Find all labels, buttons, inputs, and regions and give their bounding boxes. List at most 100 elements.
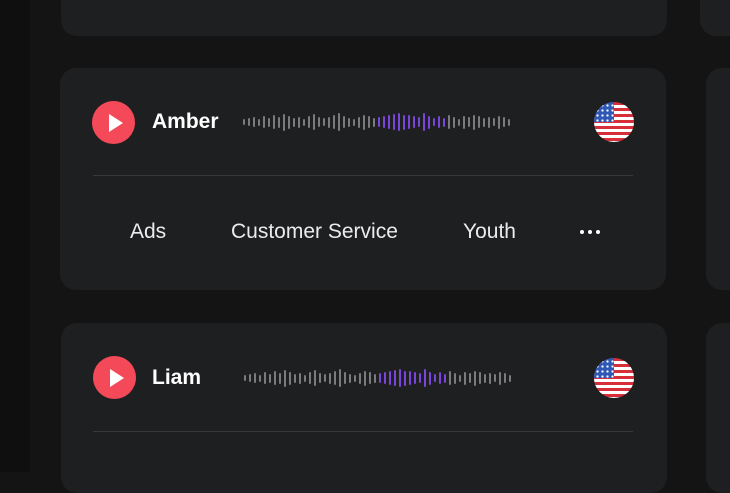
waveform-bar [443,117,445,127]
waveform-bar [243,119,245,125]
waveform-bar [338,113,340,131]
waveform-bar [284,369,286,387]
waveform-bar [258,118,260,126]
card-divider [93,175,633,176]
waveform-bar [378,117,380,127]
waveform-bar [494,374,496,382]
waveform-bar [384,372,386,384]
waveform-bar [379,373,381,383]
waveform-bar [363,114,365,130]
waveform-bar [484,373,486,383]
waveform-bar [249,374,251,382]
waveform-bar [368,116,370,128]
waveform-bar [339,369,341,387]
waveform-bar [313,114,315,130]
waveform-bar [348,117,350,127]
waveform-preview[interactable] [244,366,511,390]
voice-tags: Ads Customer Service Youth [60,216,666,248]
waveform-bar [468,117,470,127]
waveform-bar [349,373,351,383]
waveform-bar [408,115,410,129]
waveform-bar [504,373,506,383]
play-icon[interactable] [92,101,135,144]
waveform-bar [283,113,285,131]
waveform-bar [478,116,480,128]
waveform-bar [489,372,491,384]
waveform-bar [293,117,295,127]
waveform-bar [373,117,375,127]
play-icon[interactable] [93,356,136,399]
waveform-bar [269,373,271,383]
tag-customer-service[interactable]: Customer Service [231,216,398,248]
waveform-bar [483,117,485,127]
waveform-bar [253,117,255,127]
waveform-bar [394,370,396,386]
waveform-bar [353,118,355,126]
waveform-bar [264,372,266,384]
waveform-bar [359,372,361,384]
waveform-bar [449,371,451,385]
waveform-bar [324,374,326,382]
waveform-bar [418,117,420,127]
waveform-bar [419,373,421,383]
more-horizontal-icon[interactable] [580,230,600,234]
waveform-bar [344,372,346,384]
waveform-bar [274,371,276,385]
waveform-bar [479,372,481,384]
waveform-bar [329,372,331,384]
voice-card-liam[interactable] [61,323,667,493]
waveform-bar [289,371,291,385]
waveform-bar [409,371,411,385]
voice-card-previous[interactable] [61,0,667,36]
waveform-bar [488,116,490,128]
waveform-bar [343,116,345,128]
waveform-bar [463,115,465,129]
waveform-bar [498,115,500,129]
waveform-bar [413,116,415,128]
waveform-bar [389,371,391,385]
waveform-bar [473,114,475,130]
waveform-bar [303,118,305,126]
waveform-bar [383,116,385,128]
waveform-bar [354,374,356,382]
waveform-bar [279,372,281,384]
voice-card-adjacent[interactable] [700,0,730,36]
waveform-bar [358,116,360,128]
waveform-bar [414,372,416,384]
waveform-bar [314,370,316,386]
waveform-bar [444,373,446,383]
waveform-bar [509,374,511,382]
waveform-bar [268,117,270,127]
waveform-preview[interactable] [243,110,510,134]
waveform-bar [433,118,435,126]
us-flag-icon [594,358,634,398]
voice-card-adjacent[interactable] [706,323,730,493]
waveform-bar [273,115,275,129]
waveform-bar [459,374,461,382]
voice-card-adjacent[interactable] [706,68,730,290]
waveform-bar [453,116,455,128]
waveform-bar [423,113,425,131]
waveform-bar [323,118,325,126]
waveform-bar [454,372,456,384]
waveform-bar [428,115,430,129]
waveform-bar [244,375,246,381]
left-panel-edge [0,0,30,472]
waveform-bar [508,118,510,126]
waveform-bar [319,373,321,383]
waveform-bar [298,116,300,128]
waveform-bar [288,115,290,129]
waveform-bar [309,372,311,384]
tag-youth[interactable]: Youth [463,216,516,248]
waveform-bar [404,370,406,386]
waveform-bar [318,117,320,127]
waveform-bar [493,118,495,126]
waveform-bar [308,116,310,128]
waveform-bar [334,371,336,385]
voice-card-amber[interactable] [60,68,666,290]
tag-ads[interactable]: Ads [130,216,166,248]
waveform-bar [259,374,261,382]
card-divider [93,431,633,432]
waveform-bar [254,373,256,383]
waveform-bar [474,370,476,386]
